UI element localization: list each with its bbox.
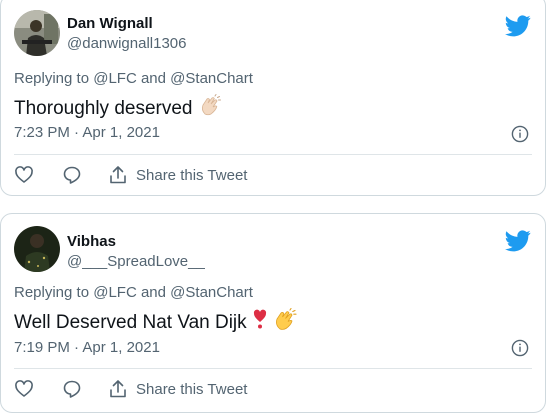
reply-bubble-icon[interactable] bbox=[62, 165, 82, 185]
clapping-hands-icon bbox=[199, 94, 221, 123]
tweet-date[interactable]: Apr 1, 2021 bbox=[82, 339, 160, 356]
tweet-text-body: Well Deserved Nat Van Dijk bbox=[14, 311, 247, 333]
author-name[interactable]: Vibhas bbox=[67, 233, 116, 251]
author-handle[interactable]: @danwignall1306 bbox=[67, 35, 186, 53]
avatar[interactable] bbox=[14, 226, 60, 272]
meta-separator: · bbox=[74, 339, 80, 356]
tweet-card[interactable]: Vibhas @___SpreadLove__ Replying to @LFC… bbox=[0, 213, 546, 413]
replying-prefix: Replying to bbox=[14, 284, 90, 301]
tweet-actions: Share this Tweet bbox=[14, 379, 247, 399]
divider bbox=[14, 154, 532, 155]
meta-separator: · bbox=[74, 124, 80, 141]
share-icon[interactable] bbox=[108, 379, 128, 399]
heart-exclamation-icon bbox=[253, 308, 267, 337]
tweet-time[interactable]: 7:19 PM bbox=[14, 339, 70, 356]
replying-conjunction: and bbox=[140, 70, 166, 87]
like-heart-icon[interactable] bbox=[14, 165, 34, 185]
share-tweet-label[interactable]: Share this Tweet bbox=[136, 167, 247, 184]
tweet-text: Well Deserved Nat Van Dijk bbox=[14, 307, 297, 337]
clapping-hands-icon bbox=[273, 307, 297, 337]
tweet-time[interactable]: 7:23 PM bbox=[14, 124, 70, 141]
mention-link[interactable]: @StanChart bbox=[170, 284, 253, 301]
tweet-date[interactable]: Apr 1, 2021 bbox=[82, 124, 160, 141]
mention-link[interactable]: @LFC bbox=[93, 284, 137, 301]
author-handle[interactable]: @___SpreadLove__ bbox=[67, 253, 205, 271]
tweet-text: Thoroughly deserved bbox=[14, 94, 221, 123]
info-icon[interactable] bbox=[511, 339, 529, 357]
twitter-bird-icon[interactable] bbox=[505, 230, 531, 252]
reply-bubble-icon[interactable] bbox=[62, 379, 82, 399]
twitter-bird-icon[interactable] bbox=[505, 15, 531, 37]
divider bbox=[14, 368, 532, 369]
mention-link[interactable]: @StanChart bbox=[170, 70, 253, 87]
tweet-timestamp[interactable]: 7:19 PM · Apr 1, 2021 bbox=[14, 339, 160, 357]
tweet-card[interactable]: Dan Wignall @danwignall1306 Replying to … bbox=[0, 0, 546, 196]
replying-to: Replying to @LFC and @StanChart bbox=[14, 284, 253, 302]
share-icon[interactable] bbox=[108, 165, 128, 185]
replying-prefix: Replying to bbox=[14, 70, 90, 87]
info-icon[interactable] bbox=[511, 125, 529, 143]
share-tweet-label[interactable]: Share this Tweet bbox=[136, 381, 247, 398]
author-name[interactable]: Dan Wignall bbox=[67, 15, 153, 33]
tweet-timestamp[interactable]: 7:23 PM · Apr 1, 2021 bbox=[14, 124, 160, 142]
replying-to: Replying to @LFC and @StanChart bbox=[14, 70, 253, 88]
like-heart-icon[interactable] bbox=[14, 379, 34, 399]
tweet-text-body: Thoroughly deserved bbox=[14, 97, 193, 119]
tweet-actions: Share this Tweet bbox=[14, 165, 247, 185]
mention-link[interactable]: @LFC bbox=[93, 70, 137, 87]
replying-conjunction: and bbox=[140, 284, 166, 301]
avatar[interactable] bbox=[14, 10, 60, 56]
